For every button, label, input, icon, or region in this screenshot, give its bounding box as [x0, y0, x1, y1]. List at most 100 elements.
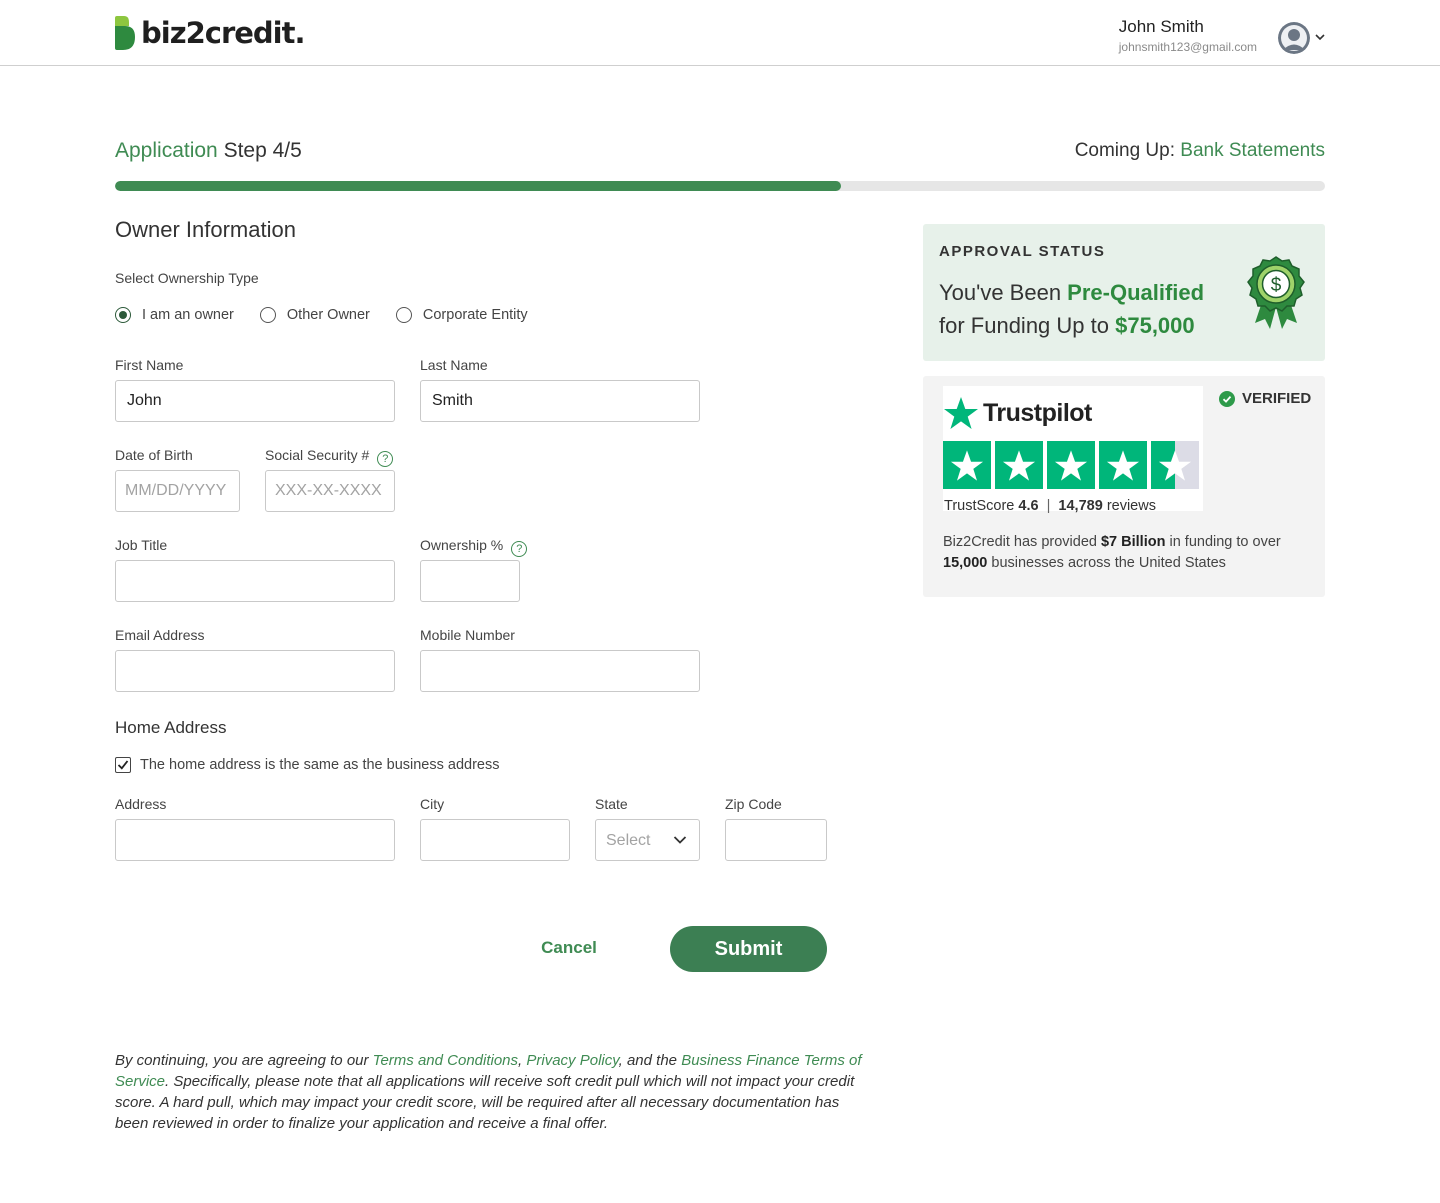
mobile-input[interactable] — [420, 650, 700, 692]
state-label: State — [595, 796, 628, 812]
rating-star-4 — [1099, 441, 1147, 489]
top-header: biz2credit. John Smith johnsmith123@gmai… — [0, 0, 1440, 66]
same-address-checkbox[interactable] — [115, 757, 131, 773]
step-label-count: Step 4/5 — [223, 139, 302, 162]
radio-corporate-entity-label: Corporate Entity — [422, 307, 528, 323]
star-icon — [1158, 449, 1192, 481]
trustpilot-rating-stars — [943, 441, 1203, 489]
logo-mark-icon — [115, 16, 135, 50]
trustscore: TrustScore 4.6 | 14,789 reviews — [944, 498, 1156, 514]
trustscore-label: TrustScore — [944, 498, 1015, 514]
radio-other-owner-label: Other Owner — [286, 307, 370, 323]
trustpilot-widget[interactable]: Trustpilot TrustScore 4.6 | 14,789 revie… — [943, 386, 1203, 514]
job-title-input[interactable] — [115, 560, 395, 602]
dob-label: Date of Birth — [115, 447, 193, 463]
trustscore-value: 4.6 — [1018, 498, 1039, 514]
step-indicator: Application Step 4/5 — [115, 139, 302, 163]
ssn-input[interactable] — [265, 470, 395, 512]
pre-qualified-highlight: Pre-Qualified — [1067, 280, 1205, 305]
section-title: Owner Information — [115, 217, 296, 242]
address-input[interactable] — [115, 819, 395, 861]
radio-other-owner[interactable]: Other Owner — [259, 307, 370, 323]
coming-up-value: Bank Statements — [1180, 140, 1325, 161]
avatar[interactable] — [1278, 22, 1310, 54]
rating-star-1 — [943, 441, 991, 489]
checkmark-icon — [117, 760, 129, 770]
city-input[interactable] — [420, 819, 570, 861]
star-icon — [1106, 449, 1140, 481]
award-badge-icon: $ — [1247, 256, 1305, 329]
user-info: John Smith johnsmith123@gmail.com — [1119, 17, 1257, 55]
ownership-pct-input[interactable] — [420, 560, 520, 602]
reviews-count: 14,789 — [1058, 498, 1103, 514]
last-name-label: Last Name — [420, 357, 488, 373]
zip-label: Zip Code — [725, 796, 782, 812]
biz2credit-logo[interactable]: biz2credit. — [115, 16, 305, 50]
state-select-value: Select — [606, 832, 651, 849]
trustpilot-star-icon — [944, 397, 978, 429]
same-address-row[interactable]: The home address is the same as the busi… — [115, 757, 499, 773]
job-title-label: Job Title — [115, 537, 168, 553]
desc-text-2: in funding to over — [1165, 534, 1281, 550]
rating-star-2 — [995, 441, 1043, 489]
legal-text-3: . Specifically, please note that all app… — [115, 1073, 855, 1132]
rating-star-3 — [1047, 441, 1095, 489]
verified-badge: VERIFIED — [1219, 390, 1311, 407]
cancel-button[interactable]: Cancel — [520, 938, 618, 958]
desc-text-1: Biz2Credit has provided — [943, 534, 1101, 550]
radio-owner-dot[interactable] — [115, 307, 131, 323]
chevron-down-icon — [673, 836, 687, 844]
step-label-accent: Application — [115, 139, 218, 162]
first-name-input[interactable] — [115, 380, 395, 422]
submit-button[interactable]: Submit — [670, 926, 827, 972]
funding-description: Biz2Credit has provided $7 Billion in fu… — [943, 532, 1303, 574]
verified-label: VERIFIED — [1242, 390, 1312, 407]
last-name-input[interactable] — [420, 380, 700, 422]
coming-up-label: Coming Up: — [1074, 140, 1176, 161]
email-label: Email Address — [115, 627, 205, 643]
radio-owner-label: I am an owner — [142, 307, 234, 323]
radio-other-owner-dot[interactable] — [259, 307, 276, 323]
same-address-label: The home address is the same as the busi… — [140, 757, 500, 773]
privacy-policy-link[interactable]: Privacy Policy — [526, 1052, 618, 1069]
radio-corporate-entity-dot[interactable] — [395, 307, 412, 323]
ownership-help-icon[interactable]: ? — [511, 541, 528, 557]
city-label: City — [420, 796, 445, 812]
ownership-radio-group: I am an owner Other Owner Corporate Enti… — [115, 307, 554, 323]
legal-text-1: By continuing, you are agreeing to our — [115, 1052, 373, 1069]
mobile-label: Mobile Number — [420, 627, 515, 643]
approval-line-2-text: for Funding Up to — [939, 313, 1116, 338]
rating-star-5-half — [1151, 441, 1199, 489]
home-address-title: Home Address — [115, 718, 227, 737]
user-email: johnsmith123@gmail.com — [1118, 40, 1257, 54]
ownership-pct-label: Ownership % — [420, 537, 504, 553]
dob-input[interactable] — [115, 470, 240, 512]
chevron-down-icon[interactable] — [1314, 31, 1326, 43]
star-icon — [950, 449, 984, 481]
approval-status-card: APPROVAL STATUS You've Been Pre-Qualifie… — [923, 224, 1325, 361]
email-input[interactable] — [115, 650, 395, 692]
address-label: Address — [115, 796, 167, 812]
trustpilot-brand: Trustpilot — [983, 398, 1092, 427]
ssn-label: Social Security # — [265, 447, 370, 463]
user-avatar-icon — [1278, 22, 1310, 54]
user-name: John Smith — [1118, 17, 1204, 36]
approval-kicker: APPROVAL STATUS — [939, 243, 1106, 260]
state-select[interactable]: Select — [595, 819, 700, 861]
trustscore-divider: | — [1046, 498, 1051, 514]
zip-input[interactable] — [725, 819, 827, 861]
ssn-label-wrap: Social Security #? — [265, 446, 394, 467]
legal-disclaimer: By continuing, you are agreeing to our T… — [115, 1050, 875, 1134]
ownership-type-label: Select Ownership Type — [115, 270, 259, 286]
radio-corporate-entity[interactable]: Corporate Entity — [395, 307, 528, 323]
progress-bar — [115, 181, 1325, 191]
desc-text-3: businesses across the United States — [987, 555, 1226, 571]
star-icon — [1002, 449, 1036, 481]
radio-owner[interactable]: I am an owner — [115, 307, 234, 323]
desc-funding-amount: $7 Billion — [1100, 534, 1166, 550]
ssn-help-icon[interactable]: ? — [377, 451, 394, 467]
coming-up: Coming Up: Bank Statements — [1075, 140, 1325, 162]
reviews-label: reviews — [1106, 498, 1156, 514]
logo-text: biz2credit. — [141, 16, 305, 50]
terms-link[interactable]: Terms and Conditions — [373, 1052, 518, 1069]
